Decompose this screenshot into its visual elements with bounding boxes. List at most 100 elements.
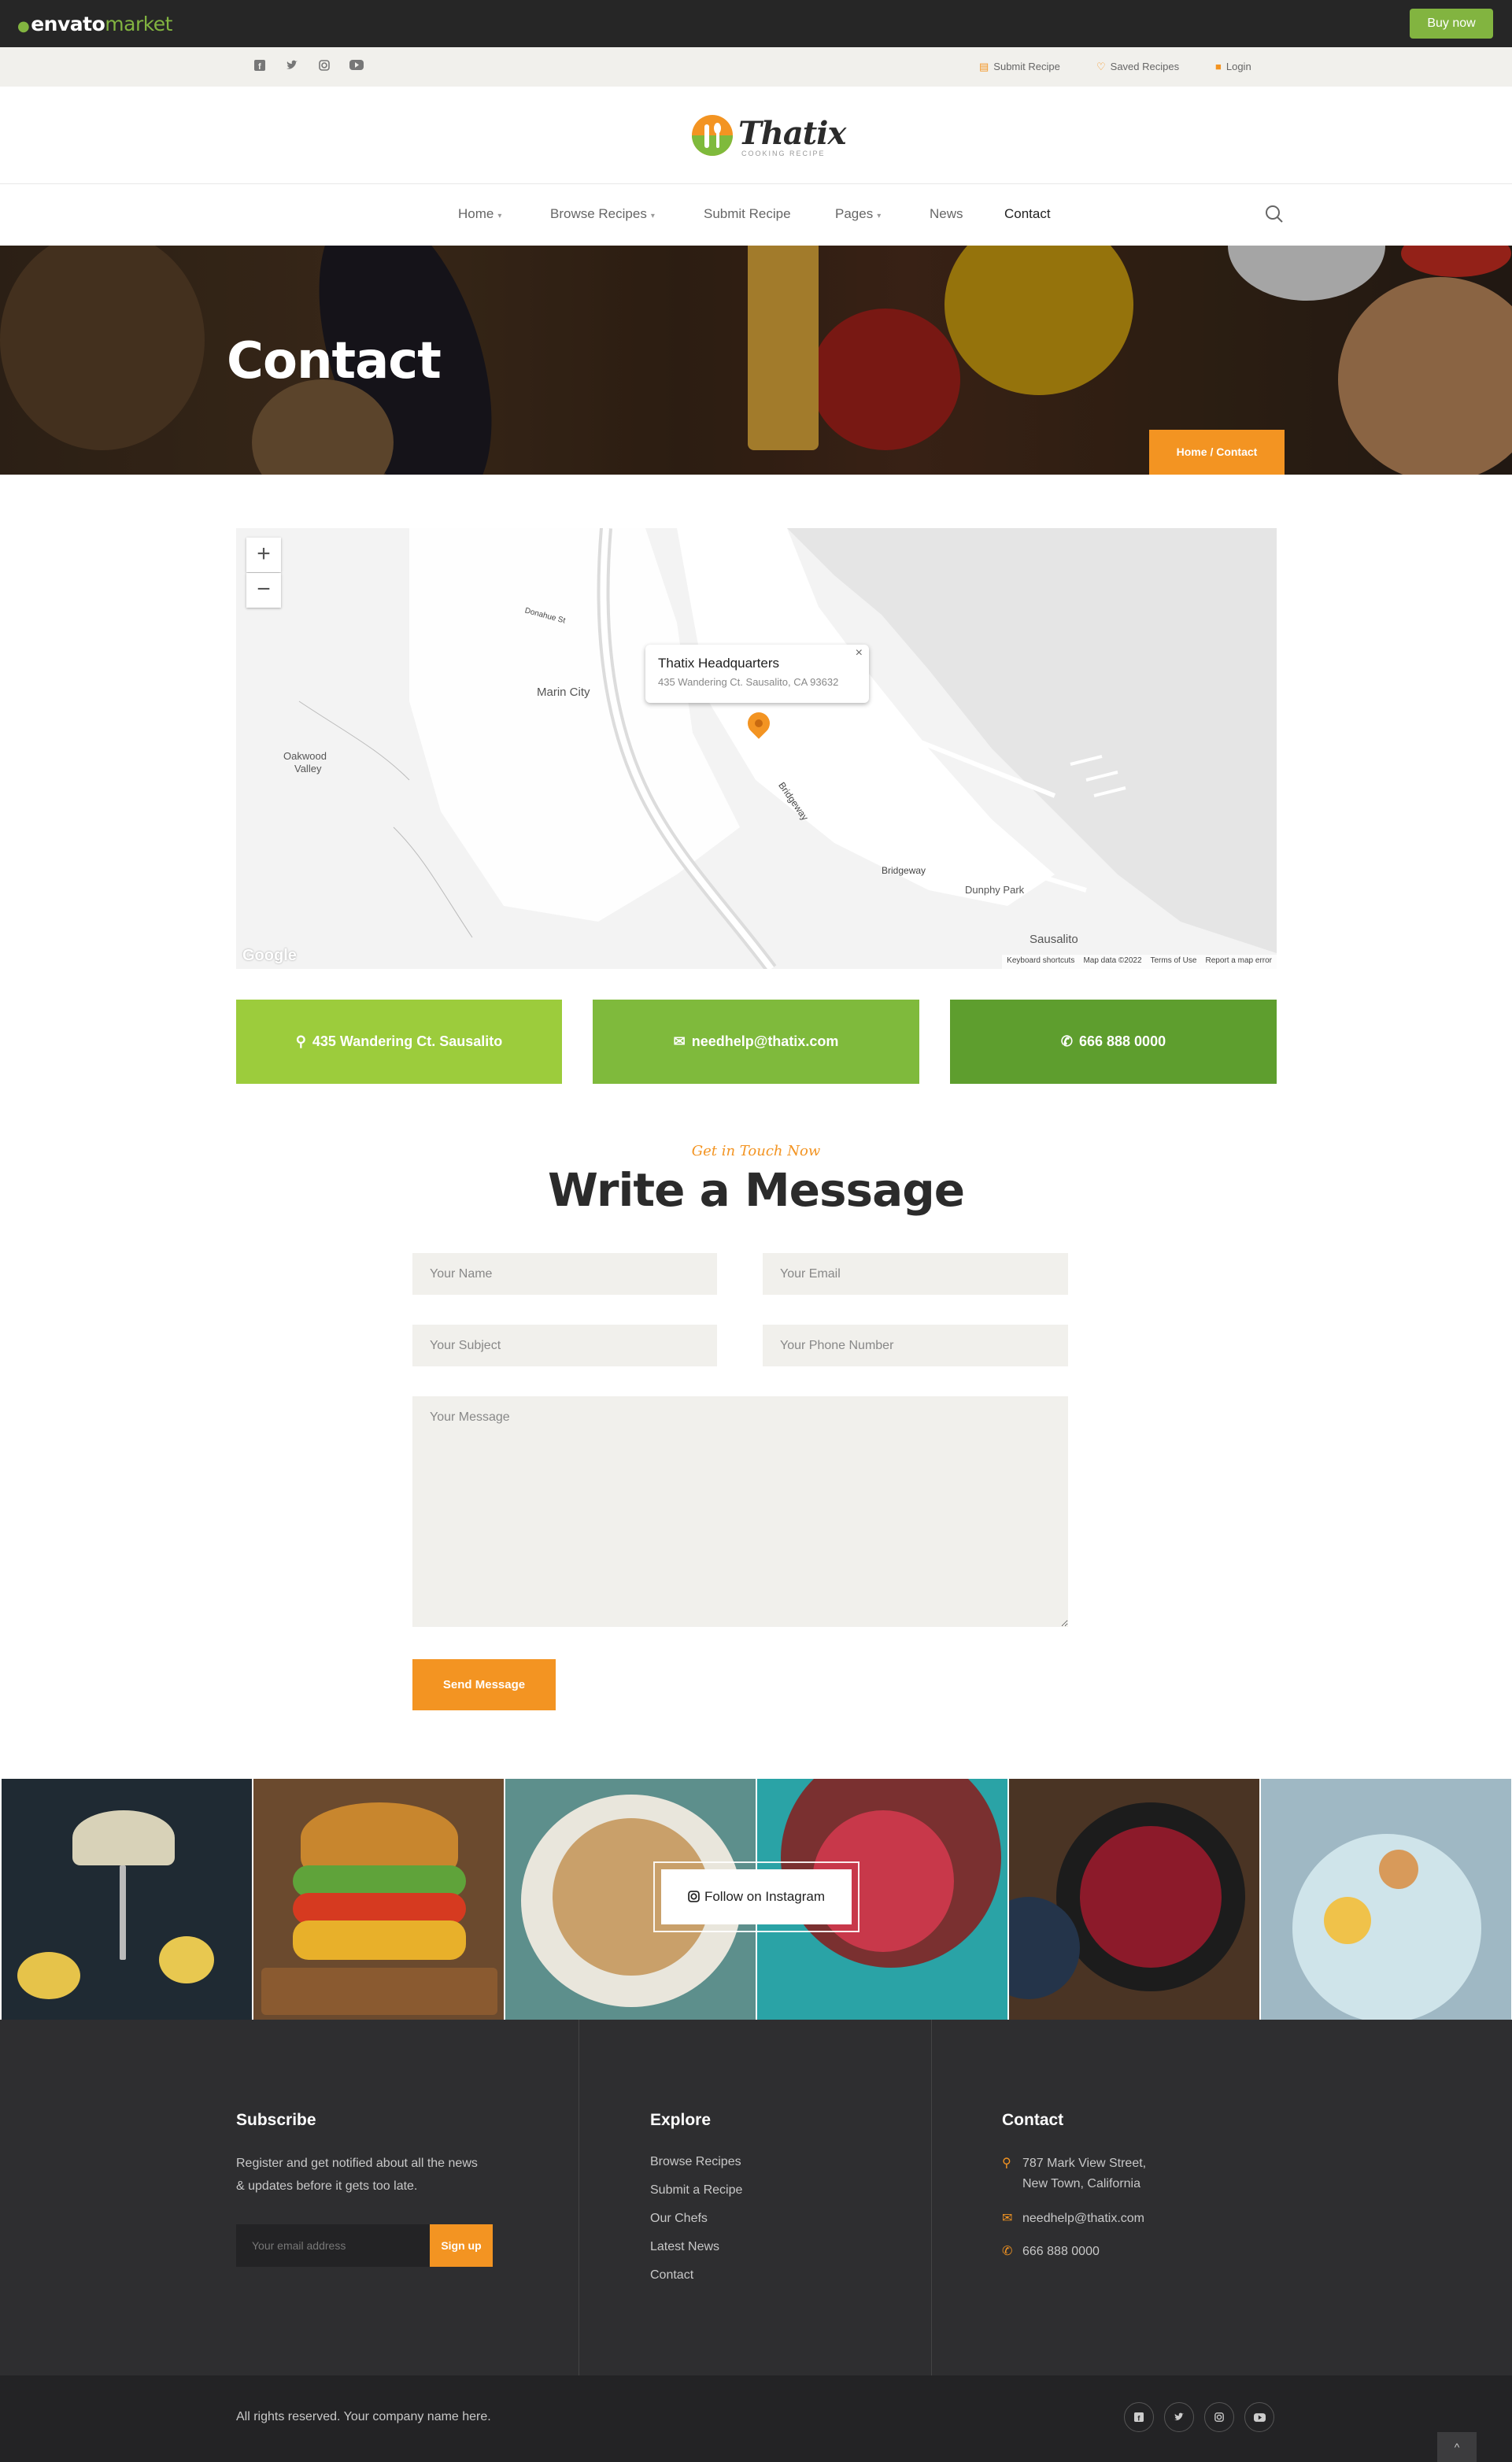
- footer-address-1: 787 Mark View Street,: [1022, 2157, 1147, 2170]
- close-icon[interactable]: ×: [856, 646, 863, 660]
- youtube-icon[interactable]: [1244, 2402, 1274, 2432]
- contact-box-phone: ✆ 666 888 0000: [950, 1000, 1277, 1084]
- saved-recipes-link[interactable]: ♡ Saved Recipes: [1096, 61, 1179, 73]
- facebook-icon[interactable]: f: [1124, 2402, 1154, 2432]
- map-label-bridgeway: Bridgeway: [882, 865, 926, 876]
- footer-link-browse[interactable]: Browse Recipes: [650, 2155, 741, 2169]
- nav-browse-label: Browse Recipes: [550, 206, 647, 221]
- footer-link-contact[interactable]: Contact: [650, 2268, 693, 2283]
- breadcrumb-separator: /: [1210, 445, 1214, 458]
- send-message-button[interactable]: Send Message: [412, 1659, 556, 1710]
- subject-field[interactable]: [412, 1325, 717, 1366]
- twitter-icon[interactable]: [285, 60, 299, 74]
- envato-market: market: [105, 13, 172, 35]
- svg-text:f: f: [258, 62, 261, 71]
- envato-bar: ●envatomarket Buy now: [0, 0, 1512, 47]
- contact-phone[interactable]: 666 888 0000: [1079, 1033, 1166, 1049]
- login-link[interactable]: ■ Login: [1215, 61, 1251, 72]
- breadcrumb-home[interactable]: Home: [1177, 445, 1207, 458]
- location-map[interactable]: + − Marin City Oakwood Valley Sausalito …: [236, 528, 1277, 969]
- logo-name[interactable]: Thatix: [738, 115, 846, 152]
- message-field[interactable]: [412, 1396, 1068, 1627]
- envelope-icon: ✉: [673, 1033, 686, 1049]
- email-field[interactable]: [763, 1253, 1068, 1295]
- instagram-icon[interactable]: [1204, 2402, 1234, 2432]
- instagram-photo[interactable]: [1009, 1779, 1259, 2020]
- youtube-icon[interactable]: [349, 60, 364, 74]
- document-icon: ▤: [979, 61, 989, 72]
- phone-icon: ✆: [1002, 2245, 1013, 2258]
- nav-submit-recipe[interactable]: Submit Recipe: [704, 206, 791, 222]
- chevron-down-icon: ▾: [877, 212, 882, 220]
- nav-browse-recipes[interactable]: Browse Recipes ▾: [550, 206, 655, 222]
- contact-heading: Contact: [1002, 2111, 1064, 2129]
- footer-link-chefs[interactable]: Our Chefs: [650, 2212, 708, 2226]
- map-info-popup: Thatix Headquarters 435 Wandering Ct. Sa…: [645, 645, 869, 703]
- copyright-text: All rights reserved. Your company name h…: [236, 2410, 491, 2423]
- name-field[interactable]: [412, 1253, 717, 1295]
- instagram-photo[interactable]: [2, 1779, 252, 2020]
- footer-email[interactable]: ✉ needhelp@thatix.com: [1002, 2210, 1144, 2226]
- map-label-valley: Valley: [294, 763, 322, 774]
- breadcrumb: Home / Contact: [1149, 430, 1285, 475]
- nav-contact-label: Contact: [1004, 206, 1051, 221]
- zoom-in-button[interactable]: +: [246, 538, 281, 572]
- submit-recipe-label: Submit Recipe: [993, 61, 1060, 72]
- popup-address: 435 Wandering Ct. Sausalito, CA 93632: [658, 676, 839, 688]
- nav-news-label: News: [930, 206, 963, 221]
- map-report-link[interactable]: Report a map error: [1206, 956, 1272, 965]
- footer-address: ⚲ 787 Mark View Street,: [1002, 2155, 1146, 2171]
- logo-mark-icon[interactable]: [692, 115, 733, 156]
- leaf-icon: ●: [17, 18, 30, 35]
- nav-home[interactable]: Home ▾: [458, 206, 501, 222]
- google-logo: Google: [242, 947, 297, 964]
- map-terms-link[interactable]: Terms of Use: [1150, 956, 1196, 965]
- instagram-photo[interactable]: [1261, 1779, 1511, 2020]
- zoom-out-button[interactable]: −: [246, 573, 281, 608]
- phone-field[interactable]: [763, 1325, 1068, 1366]
- follow-instagram-button[interactable]: Follow on Instagram: [661, 1869, 852, 1924]
- envato-logo[interactable]: ●envatomarket: [17, 13, 172, 35]
- page-title: Contact: [227, 332, 442, 390]
- envato-brand: envato: [31, 13, 105, 35]
- instagram-photo[interactable]: [253, 1779, 504, 2020]
- subscribe-text-1: Register and get notified about all the …: [236, 2157, 478, 2170]
- nav-contact[interactable]: Contact: [1004, 206, 1051, 222]
- topbar: f ▤ Submit Recipe ♡ Saved Recipes ■ Login: [0, 47, 1512, 87]
- footer: Subscribe Register and get notified abou…: [0, 2020, 1512, 2375]
- bottom-bar: All rights reserved. Your company name h…: [0, 2375, 1512, 2462]
- buy-now-button[interactable]: Buy now: [1410, 9, 1493, 39]
- map-marker-icon: ⚲: [1002, 2157, 1011, 2170]
- map-shortcuts-link[interactable]: Keyboard shortcuts: [1007, 956, 1074, 965]
- signup-button[interactable]: Sign up: [430, 2224, 493, 2267]
- map-label-oakwood: Oakwood: [283, 750, 327, 762]
- scroll-to-top-button[interactable]: ^: [1437, 2432, 1477, 2462]
- main-nav: Home ▾ Browse Recipes ▾ Submit Recipe Page…: [0, 184, 1512, 246]
- nav-submit-label: Submit Recipe: [704, 206, 791, 221]
- footer-phone-text: 666 888 0000: [1022, 2245, 1100, 2258]
- nav-pages[interactable]: Pages ▾: [835, 206, 881, 222]
- footer-link-submit[interactable]: Submit a Recipe: [650, 2183, 742, 2198]
- footer-address-2: New Town, California: [1022, 2177, 1140, 2190]
- login-label: Login: [1225, 61, 1251, 72]
- instagram-icon: [688, 1891, 700, 1902]
- nav-news[interactable]: News: [930, 206, 963, 222]
- follow-label: Follow on Instagram: [704, 1889, 826, 1904]
- map-label-marin-city: Marin City: [537, 686, 590, 699]
- submit-recipe-link[interactable]: ▤ Submit Recipe: [979, 61, 1060, 73]
- footer-link-news[interactable]: Latest News: [650, 2240, 719, 2254]
- chevron-down-icon: ▾: [650, 212, 655, 220]
- search-icon[interactable]: [1263, 203, 1285, 225]
- lock-icon: ■: [1215, 61, 1222, 72]
- contact-box-address: ⚲ 435 Wandering Ct. Sausalito: [236, 1000, 562, 1084]
- popup-title: Thatix Headquarters: [658, 656, 780, 671]
- facebook-icon[interactable]: f: [253, 60, 267, 74]
- instagram-icon[interactable]: [317, 60, 331, 74]
- page-banner: Contact Home / Contact: [0, 246, 1512, 475]
- contact-email[interactable]: needhelp@thatix.com: [692, 1033, 839, 1049]
- twitter-icon[interactable]: [1164, 2402, 1194, 2432]
- logo-tagline: COOKING RECIPE: [741, 150, 826, 157]
- subscribe-email-input[interactable]: [236, 2224, 430, 2267]
- phone-icon: ✆: [1060, 1033, 1073, 1049]
- footer-phone[interactable]: ✆ 666 888 0000: [1002, 2243, 1100, 2259]
